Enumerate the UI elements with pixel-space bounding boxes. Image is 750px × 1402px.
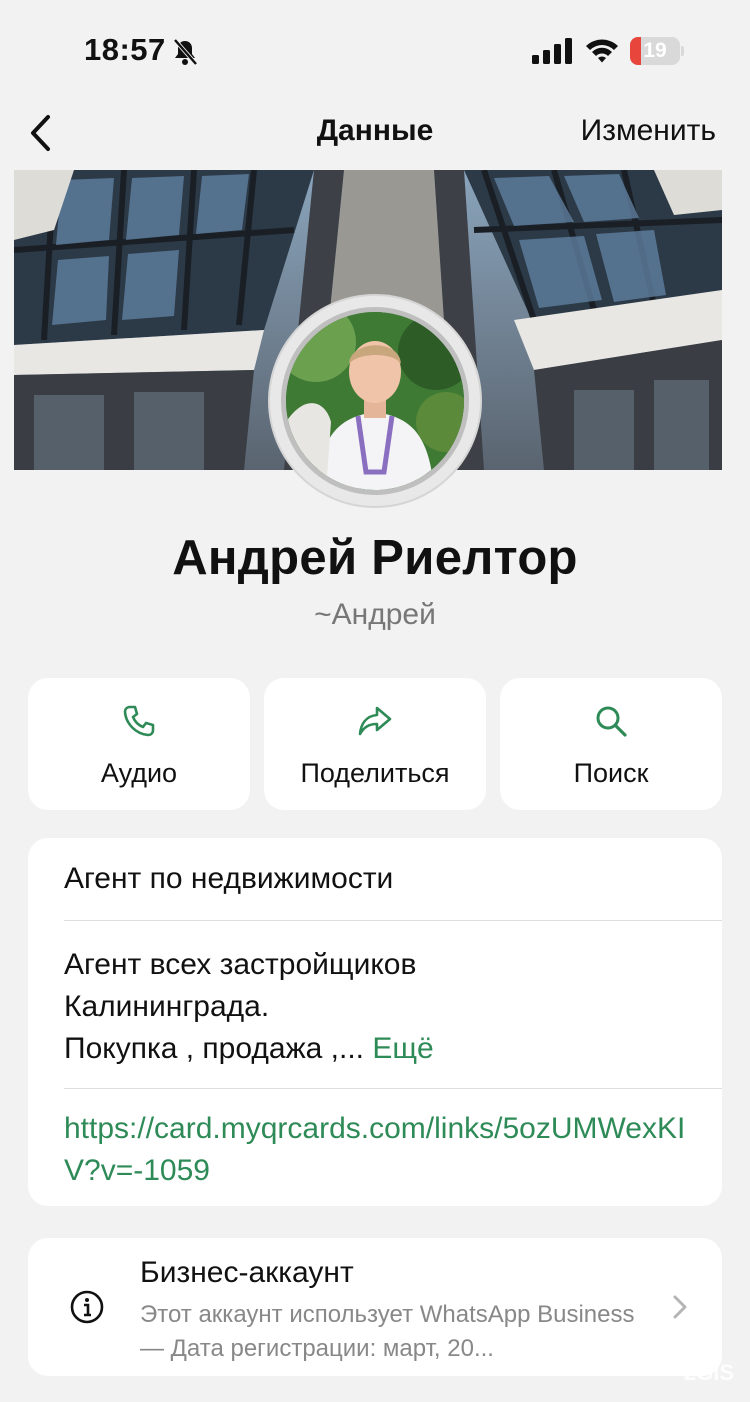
wifi-icon (586, 39, 618, 63)
profile-name: Андрей Риелтор (172, 531, 578, 585)
status-bar: 18:57 19 (0, 0, 750, 100)
audio-call-label: Аудио (100, 758, 178, 788)
bell-slash-icon (173, 38, 198, 66)
share-button[interactable]: Поделиться (264, 678, 486, 810)
website-link[interactable]: https://card.myqrcards.com/links/5ozUMWe… (64, 1108, 704, 1192)
battery-body: 19 (630, 37, 680, 65)
about-line-last: Покупка , продажа ,... Ещё (64, 1028, 434, 1070)
watermark: 2GIS (683, 1360, 734, 1385)
business-account-description: Этот аккаунт использует WhatsApp Busines… (140, 1301, 635, 1362)
search-icon (596, 706, 627, 737)
about-line: Агент всех застройщиков (64, 948, 417, 981)
profile-pushname: ~Андрей (314, 598, 436, 631)
share-label: Поделиться (300, 758, 450, 788)
divider (64, 1088, 722, 1089)
audio-call-button[interactable]: Аудио (28, 678, 250, 810)
divider (64, 920, 722, 921)
info-circle-icon (70, 1290, 104, 1324)
business-category: Агент по недвижимости (64, 862, 394, 895)
chevron-left-icon (31, 115, 50, 151)
signal-icon (532, 38, 572, 64)
back-button[interactable] (18, 108, 62, 158)
business-account-title: Бизнес-аккаунт (140, 1256, 354, 1289)
battery-icon: 19 (630, 37, 684, 65)
phone-icon (123, 705, 155, 737)
profile-avatar[interactable] (270, 296, 480, 506)
battery-level: 19 (643, 39, 667, 62)
status-time: 18:57 (84, 32, 166, 67)
about-line: Покупка , продажа ,... (64, 1032, 364, 1065)
about-line: Калининграда. (64, 990, 270, 1023)
edit-button[interactable]: Изменить (581, 114, 716, 148)
about-text: Агент всех застройщиков Калининграда. По… (64, 944, 434, 1070)
person-photo (286, 312, 464, 490)
contact-info-screen: 18:57 19 Данные Изменить Андрей Риелтор … (0, 0, 750, 1402)
more-link[interactable]: Ещё (372, 1032, 433, 1065)
battery-cap (681, 46, 684, 56)
share-arrow-icon (358, 706, 392, 736)
nav-bar: Данные Изменить (0, 100, 750, 166)
avatar-photo (281, 307, 469, 495)
search-label: Поиск (573, 758, 649, 788)
info-card: Агент по недвижимости Агент всех застрой… (28, 838, 722, 1206)
search-button[interactable]: Поиск (500, 678, 722, 810)
business-account-row[interactable]: Бизнес-аккаунт Этот аккаунт использует W… (28, 1238, 722, 1376)
chevron-right-icon (673, 1295, 687, 1319)
